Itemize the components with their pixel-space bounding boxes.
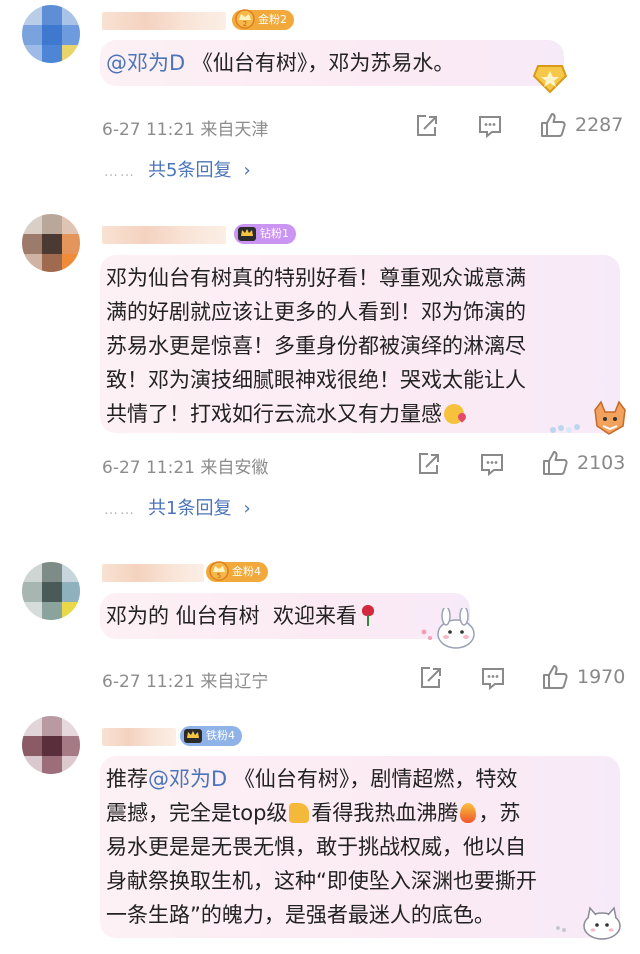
avatar[interactable]: [22, 562, 80, 620]
rose-emoji-icon: [359, 605, 377, 627]
comment-button[interactable]: [477, 113, 503, 139]
thumbs-up-icon: [543, 451, 568, 475]
share-button[interactable]: [414, 113, 440, 139]
share-icon: [421, 667, 441, 688]
username-blurred[interactable]: [102, 226, 226, 244]
comment-meta: 6-27 11:21 来自辽宁: [102, 672, 269, 692]
comment-icon: [479, 116, 501, 139]
comment-3: 5 金粉4 邓为的 仙台有树 欢迎来看 6-27 11:21 来自辽宁 1970: [0, 550, 640, 700]
kiss-emoji-icon: [444, 404, 468, 424]
crown-icon: [238, 227, 256, 241]
thumbs-up-icon: [541, 113, 566, 137]
svg-text:5: 5: [217, 572, 221, 580]
crown-icon: [184, 729, 202, 743]
like-count: 2103: [577, 452, 626, 474]
comment-text: 邓为的 仙台有树 欢迎来看: [100, 593, 470, 639]
crown-icon: 5: [209, 561, 229, 581]
share-icon: [419, 453, 439, 474]
thumbs-up-emoji-icon: [289, 803, 310, 823]
like-count: 1970: [577, 666, 626, 688]
fan-badge: 2 金粉2: [232, 9, 294, 30]
mention-link[interactable]: @邓为D: [148, 767, 227, 791]
cat-sticker-icon: [556, 906, 621, 940]
comment-text: @邓为D 《仙台有树》，邓为苏易水。: [100, 40, 564, 86]
chevron-right-icon: ›: [243, 160, 251, 181]
username-blurred[interactable]: [102, 564, 204, 582]
gold-shield-sticker-icon: [532, 65, 568, 94]
mention-link[interactable]: @邓为D: [106, 51, 185, 75]
fan-badge: 5 金粉4: [206, 561, 268, 582]
badge-label: 金粉2: [258, 13, 287, 26]
bunny-sticker-icon: [421, 608, 475, 649]
fox-sticker-icon: [550, 400, 626, 435]
comment-4: 铁粉4 推荐@邓为D 《仙台有树》，剧情超燃，特效 震撼，完全是top级 看得我热…: [0, 710, 640, 954]
share-icon: [417, 115, 437, 136]
like-count: 2287: [575, 114, 624, 136]
username-blurred[interactable]: [102, 728, 176, 746]
avatar[interactable]: [22, 716, 80, 774]
avatar[interactable]: [22, 214, 80, 272]
badge-label: 铁粉4: [206, 729, 235, 742]
username-blurred[interactable]: [102, 12, 226, 30]
comment-icon: [481, 454, 503, 477]
svg-text:2: 2: [243, 20, 247, 28]
avatar[interactable]: [22, 5, 80, 63]
fire-emoji-icon: [460, 803, 477, 823]
comment-button[interactable]: [480, 665, 506, 691]
fan-badge: 钻粉1: [234, 224, 296, 244]
comment-icon: [482, 668, 504, 691]
badge-label: 钻粉1: [260, 227, 289, 240]
crown-icon: 2: [235, 9, 255, 29]
share-button[interactable]: [416, 451, 442, 477]
share-button[interactable]: [418, 665, 444, 691]
comment-text: 推荐@邓为D 《仙台有树》，剧情超燃，特效 震撼，完全是top级 看得我热血沸腾，…: [100, 756, 620, 938]
like-button[interactable]: 1970: [541, 663, 625, 691]
comment-2: 钻粉1 邓为仙台有树真的特别好看！尊重观众诚意满 满的好剧就应该让更多的人看到！…: [0, 200, 640, 530]
comment-meta: 6-27 11:21 来自天津: [102, 120, 269, 140]
view-replies-link[interactable]: …… 共5条回复 ›: [104, 156, 251, 182]
fan-badge: 铁粉4: [180, 726, 242, 746]
like-button[interactable]: 2103: [541, 449, 625, 477]
comment-text: 邓为仙台有树真的特别好看！尊重观众诚意满 满的好剧就应该让更多的人看到！邓为饰演…: [100, 255, 620, 433]
comment-1: 2 金粉2 @邓为D 《仙台有树》，邓为苏易水。 6-27 11:21 来自天津…: [0, 0, 640, 190]
view-replies-link[interactable]: …… 共1条回复 ›: [104, 494, 251, 520]
badge-label: 金粉4: [232, 565, 261, 578]
comment-meta: 6-27 11:21 来自安徽: [102, 458, 269, 478]
chevron-right-icon: ›: [243, 498, 251, 519]
thumbs-up-icon: [543, 665, 568, 689]
comment-button[interactable]: [479, 451, 505, 477]
like-button[interactable]: 2287: [539, 111, 623, 139]
